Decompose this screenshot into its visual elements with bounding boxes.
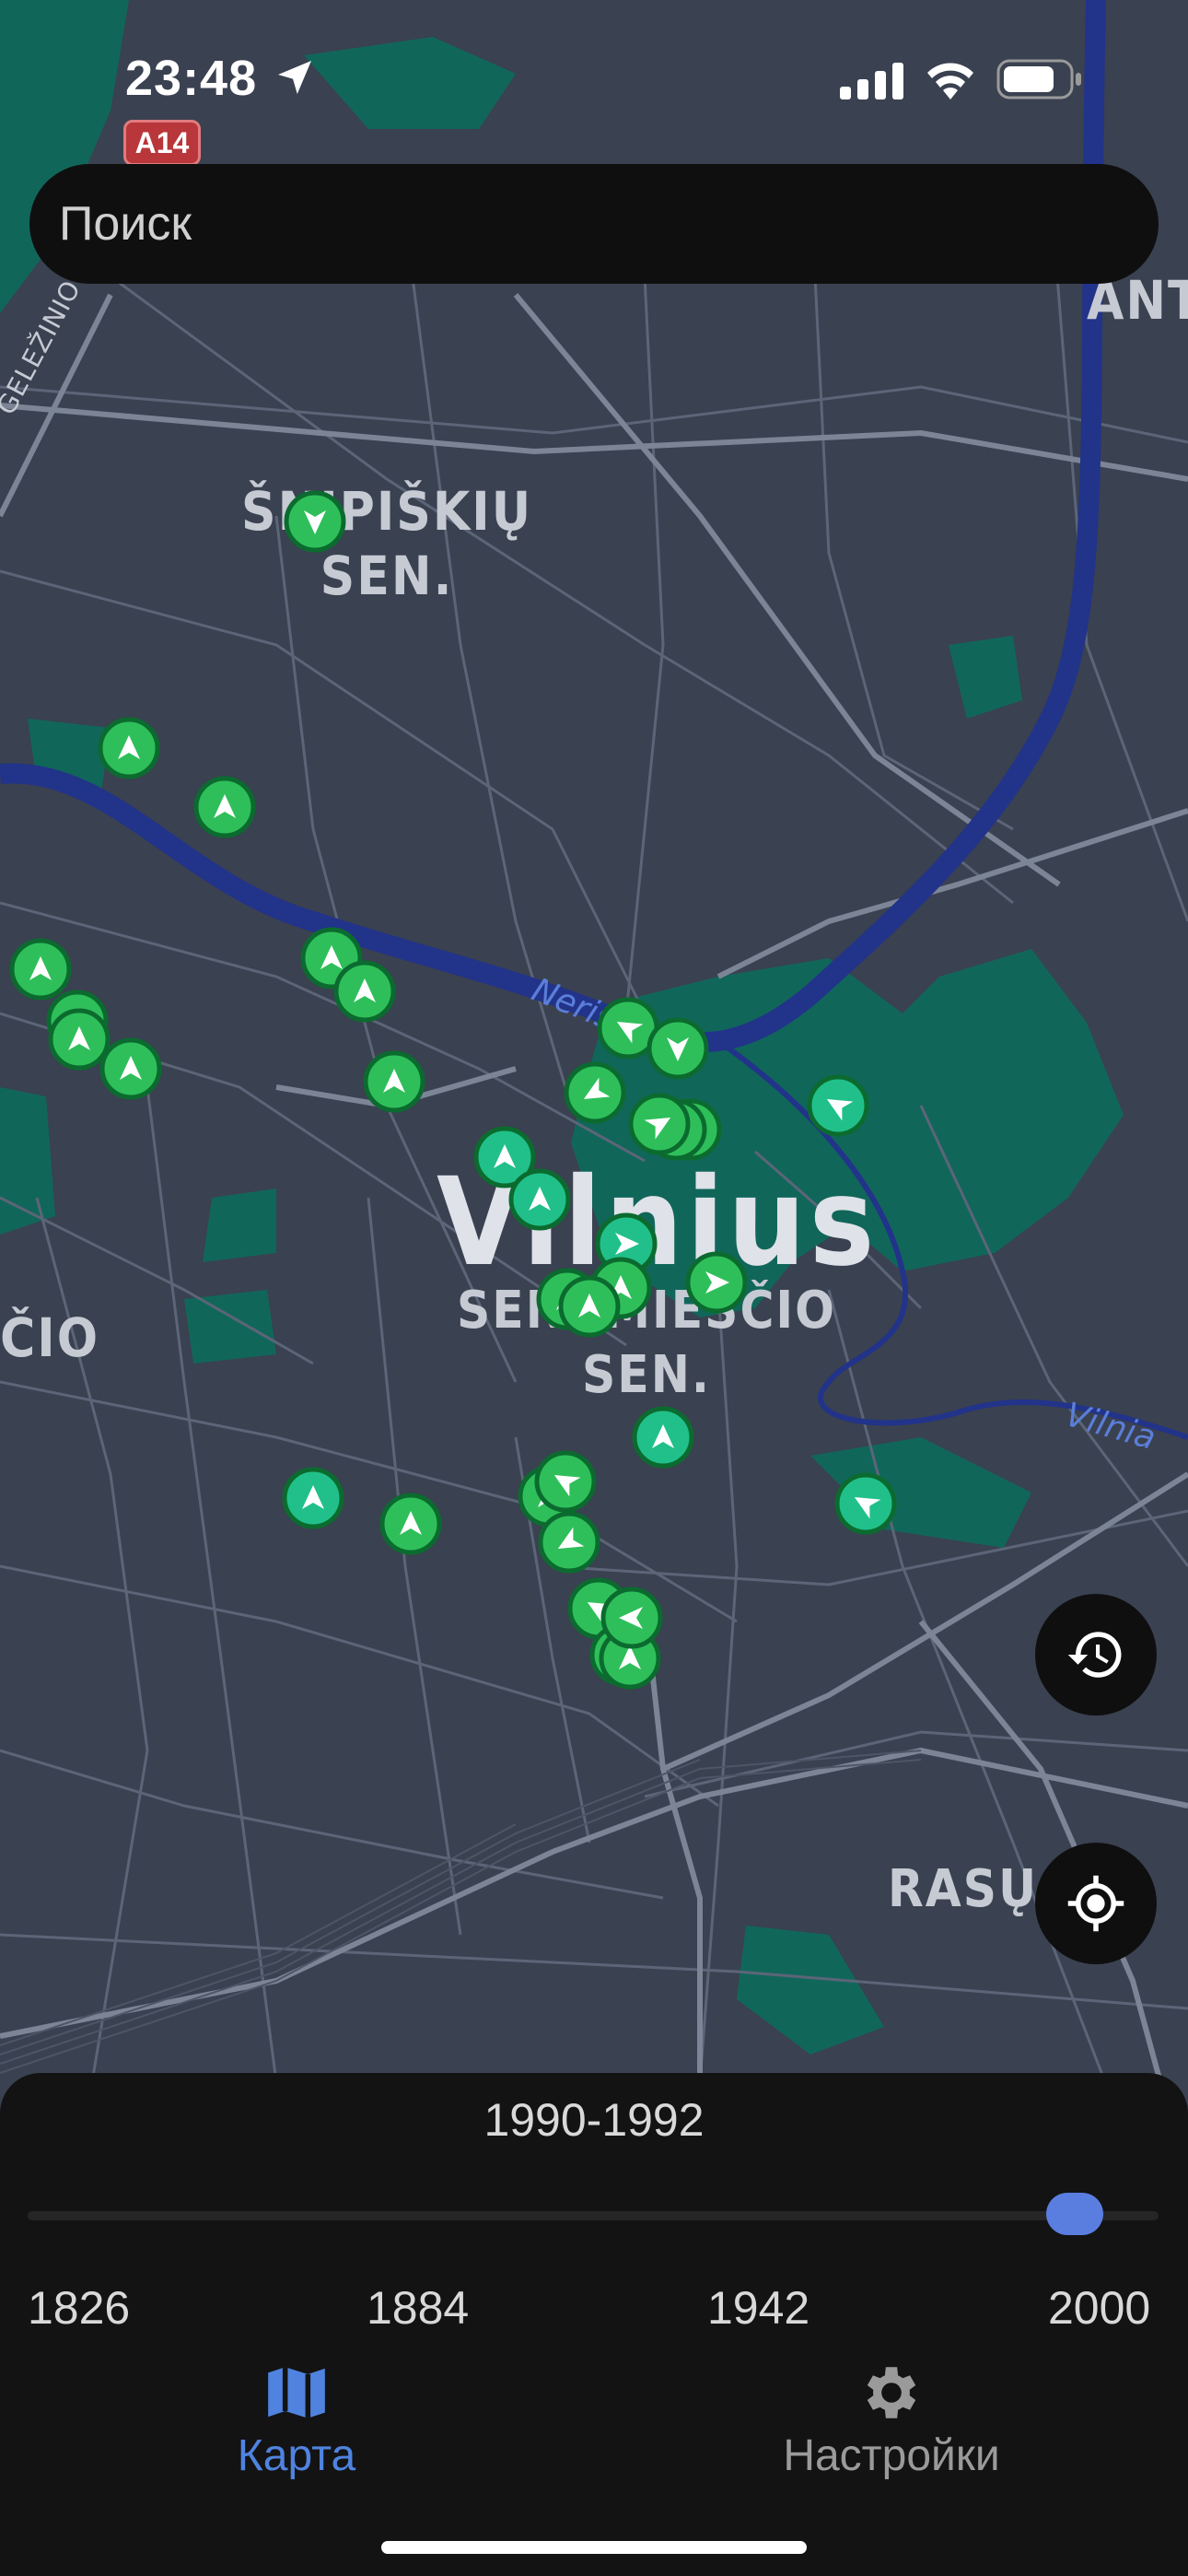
clock: 23:48 bbox=[125, 51, 258, 106]
tab-map[interactable]: Карта bbox=[140, 2359, 453, 2481]
home-indicator bbox=[381, 2541, 807, 2554]
tab-settings-label: Настройки bbox=[783, 2431, 1000, 2480]
year-tick-1884: 1884 bbox=[367, 2282, 470, 2334]
map-view[interactable] bbox=[0, 0, 1188, 2082]
road-badge: A14 bbox=[123, 120, 201, 166]
locate-me-button[interactable] bbox=[1035, 1843, 1157, 1964]
location-arrow-icon bbox=[278, 61, 311, 94]
history-button[interactable] bbox=[1035, 1594, 1157, 1715]
district-label-partial: ČIO bbox=[0, 1306, 100, 1369]
search-input[interactable]: Поиск bbox=[29, 164, 1159, 284]
tab-map-label: Карта bbox=[237, 2431, 356, 2480]
city-label: Vilnius bbox=[437, 1152, 879, 1294]
cellular-signal-icon bbox=[840, 63, 903, 100]
gear-icon bbox=[867, 2367, 916, 2418]
battery-icon bbox=[996, 59, 1081, 100]
district-label-snipiskes: ŠNIPIŠKIŲ SEN. bbox=[241, 480, 533, 607]
district-label-old-town: SENAMIESČIO SEN. bbox=[457, 1281, 836, 1405]
year-tick-2000: 2000 bbox=[1048, 2282, 1151, 2334]
tab-settings[interactable]: Настройки bbox=[735, 2359, 1048, 2481]
wifi-icon bbox=[927, 63, 973, 100]
history-icon bbox=[1067, 1632, 1122, 1678]
year-slider-track[interactable] bbox=[28, 2211, 1159, 2220]
map-icon bbox=[268, 2367, 325, 2418]
status-bar: 23:48 A14 bbox=[0, 0, 1188, 166]
year-range-label: 1990-1992 bbox=[483, 2094, 705, 2146]
year-slider-thumb[interactable] bbox=[1045, 2193, 1103, 2235]
search-placeholder: Поиск bbox=[59, 197, 192, 251]
year-tick-1826: 1826 bbox=[28, 2282, 131, 2334]
locate-icon bbox=[1067, 1875, 1124, 1932]
timeline-panel bbox=[0, 2073, 1188, 2576]
year-tick-1942: 1942 bbox=[707, 2282, 810, 2334]
